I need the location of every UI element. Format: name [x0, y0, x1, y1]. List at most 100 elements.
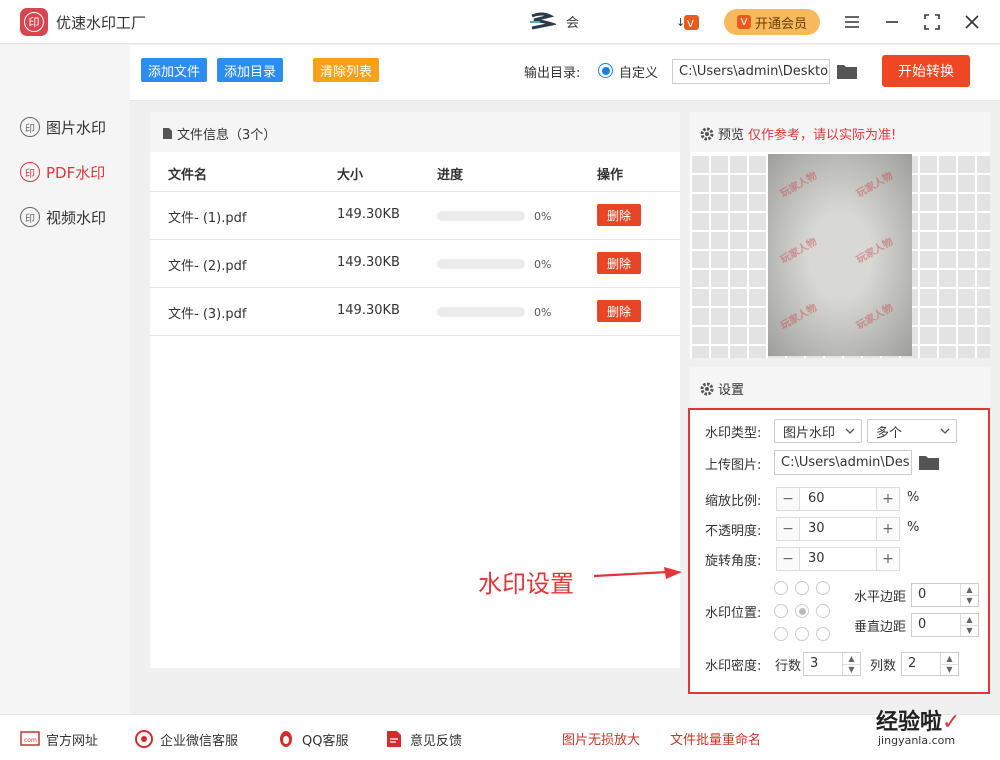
position-top-center[interactable] [795, 581, 809, 595]
minimize-icon[interactable] [880, 10, 904, 34]
notification-icon[interactable]: ↓ V [676, 12, 702, 32]
brand-url: jingyanla.com [878, 734, 956, 747]
opacity-stepper[interactable]: − 30 + [776, 517, 900, 541]
down-arrow-icon[interactable]: ▼ [843, 665, 860, 676]
position-middle-right[interactable] [816, 604, 830, 618]
position-top-left[interactable] [774, 581, 788, 595]
image-enlarge-link[interactable]: 图片无损放大 [562, 729, 640, 748]
minus-icon[interactable]: − [777, 548, 799, 570]
qq-support-link[interactable]: QQ客服 [276, 729, 348, 749]
minus-icon[interactable]: − [777, 518, 799, 540]
output-dir-label: 输出目录: [524, 66, 581, 81]
menu-icon[interactable] [840, 10, 864, 34]
cols-label: 列数 [870, 659, 897, 674]
delete-button[interactable]: 删除 [597, 204, 641, 226]
qq-icon [276, 729, 296, 749]
feedback-link[interactable]: 意见反馈 [384, 729, 462, 749]
cols-spinner[interactable]: 2 ▲ ▼ [901, 652, 959, 676]
stamp-icon: 印 [20, 207, 40, 227]
minus-icon[interactable]: − [777, 488, 799, 510]
position-bottom-center[interactable] [795, 627, 809, 641]
start-convert-button[interactable]: 开始转换 [882, 55, 970, 87]
unit-percent: % [907, 520, 920, 535]
row-divider [150, 335, 680, 336]
stamp-icon: 印 [20, 117, 40, 137]
position-middle-left[interactable] [774, 604, 788, 618]
row-divider [150, 287, 680, 288]
watermark-stamp: 玩家人物 [854, 170, 896, 200]
column-header-action: 操作 [597, 168, 624, 183]
scale-label: 缩放比例: [705, 494, 762, 509]
chevron-down-icon [845, 428, 855, 434]
close-icon[interactable] [960, 10, 984, 34]
preview-document: 玩家人物 玩家人物 玩家人物 玩家人物 玩家人物 玩家人物 [768, 154, 912, 356]
progress-bar [437, 211, 525, 221]
position-center[interactable] [795, 604, 809, 618]
output-path-field[interactable]: C:\Users\admin\Deskto [672, 59, 830, 84]
up-arrow-icon[interactable]: ▲ [941, 653, 958, 665]
app-logo-icon: 印 [20, 8, 48, 36]
h-margin-spinner[interactable]: 0 ▲ ▼ [911, 583, 979, 607]
vip-button[interactable]: V 开通会员 [724, 9, 820, 35]
svg-text:com: com [24, 737, 37, 744]
row-divider [150, 239, 680, 240]
upload-path-field[interactable]: C:\Users\admin\Des [774, 450, 912, 475]
stamp-icon: 印 [20, 162, 40, 182]
app-title: 优速水印工厂 [56, 14, 147, 32]
sidebar-item-video-watermark[interactable]: 印视频水印 [20, 205, 106, 229]
custom-output-label: 自定义 [619, 66, 659, 81]
plus-icon[interactable]: + [877, 488, 899, 510]
rows-spinner[interactable]: 3 ▲ ▼ [803, 652, 861, 676]
wechat-support-link[interactable]: 企业微信客服 [134, 729, 238, 749]
delete-button[interactable]: 删除 [597, 300, 641, 322]
maximize-icon[interactable] [920, 10, 944, 34]
wechat-icon [134, 729, 154, 749]
file-size: 149.30KB [337, 207, 400, 222]
watermark-type-select[interactable]: 图片水印 [774, 419, 862, 443]
add-file-button[interactable]: 添加文件 [141, 58, 208, 82]
column-header-progress: 进度 [437, 168, 464, 183]
folder-icon[interactable] [836, 62, 858, 80]
rotation-label: 旋转角度: [705, 554, 762, 569]
add-directory-button[interactable]: 添加目录 [217, 58, 284, 82]
website-icon: com [20, 729, 40, 749]
down-arrow-icon[interactable]: ▼ [961, 626, 978, 637]
progress-percent: 0% [534, 210, 552, 223]
position-bottom-right[interactable] [816, 627, 830, 641]
delete-button[interactable]: 删除 [597, 252, 641, 274]
watermark-stamp: 玩家人物 [854, 302, 896, 332]
batch-rename-link[interactable]: 文件批量重命名 [670, 729, 761, 748]
file-size: 149.30KB [337, 255, 400, 270]
v-margin-spinner[interactable]: 0 ▲ ▼ [911, 613, 979, 637]
watermark-stamp: 玩家人物 [778, 170, 820, 200]
folder-icon[interactable] [918, 453, 940, 471]
file-name: 文件- (1).pdf [168, 211, 247, 226]
user-avatar-icon[interactable] [528, 12, 556, 32]
plus-icon[interactable]: + [877, 548, 899, 570]
official-site-link[interactable]: com 官方网址 [20, 729, 98, 749]
gear-icon [700, 382, 714, 395]
clear-list-button[interactable]: 清除列表 [313, 58, 380, 82]
watermark-stamp: 玩家人物 [778, 302, 820, 332]
scale-stepper[interactable]: − 60 + [776, 487, 900, 511]
file-size: 149.30KB [337, 303, 400, 318]
sidebar-item-image-watermark[interactable]: 印图片水印 [20, 115, 106, 139]
gear-icon [700, 127, 714, 140]
progress-percent: 0% [534, 306, 552, 319]
sidebar-item-pdf-watermark[interactable]: 印 PDF水印 [20, 160, 105, 184]
file-info-title: 文件信息（3个） [162, 124, 276, 143]
watermark-count-select[interactable]: 多个 [867, 419, 957, 443]
down-arrow-icon[interactable]: ▼ [941, 665, 958, 676]
up-arrow-icon[interactable]: ▲ [961, 614, 978, 626]
unit-percent: % [907, 490, 920, 505]
settings-title: 设置 [700, 379, 744, 398]
up-arrow-icon[interactable]: ▲ [961, 584, 978, 596]
up-arrow-icon[interactable]: ▲ [843, 653, 860, 665]
custom-output-radio[interactable] [598, 63, 613, 78]
svg-text:↓: ↓ [676, 16, 685, 29]
rotation-stepper[interactable]: − 30 + [776, 547, 900, 571]
position-top-right[interactable] [816, 581, 830, 595]
plus-icon[interactable]: + [877, 518, 899, 540]
down-arrow-icon[interactable]: ▼ [961, 596, 978, 607]
position-bottom-left[interactable] [774, 627, 788, 641]
